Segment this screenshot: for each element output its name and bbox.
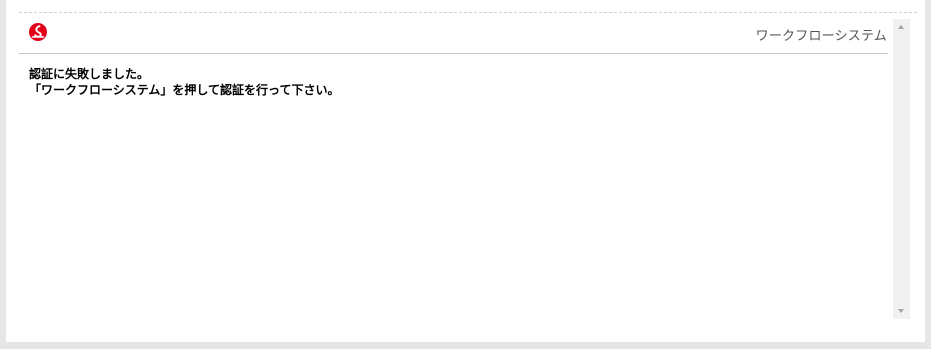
top-dashed-divider: [19, 12, 917, 13]
workflow-system-link[interactable]: ワークフローシステム: [756, 25, 887, 44]
brand-logo-icon: [29, 23, 47, 41]
error-message-line-2: 「ワークフローシステム」を押して認証を行って下さい。: [29, 83, 340, 97]
error-message-line-1: 認証に失敗しました。: [29, 67, 150, 81]
scroll-up-arrow-icon[interactable]: [893, 19, 910, 36]
vertical-scrollbar[interactable]: [893, 19, 910, 319]
scroll-down-arrow-icon[interactable]: [893, 302, 910, 319]
panel-header: ワークフローシステム: [19, 19, 888, 54]
page-frame: ワークフローシステム 認証に失敗しました。 「ワークフローシステム」を押して認証…: [6, 0, 925, 342]
auth-error-message: 認証に失敗しました。 「ワークフローシステム」を押して認証を行って下さい。: [19, 54, 888, 98]
content-panel: ワークフローシステム 認証に失敗しました。 「ワークフローシステム」を押して認証…: [19, 19, 888, 319]
